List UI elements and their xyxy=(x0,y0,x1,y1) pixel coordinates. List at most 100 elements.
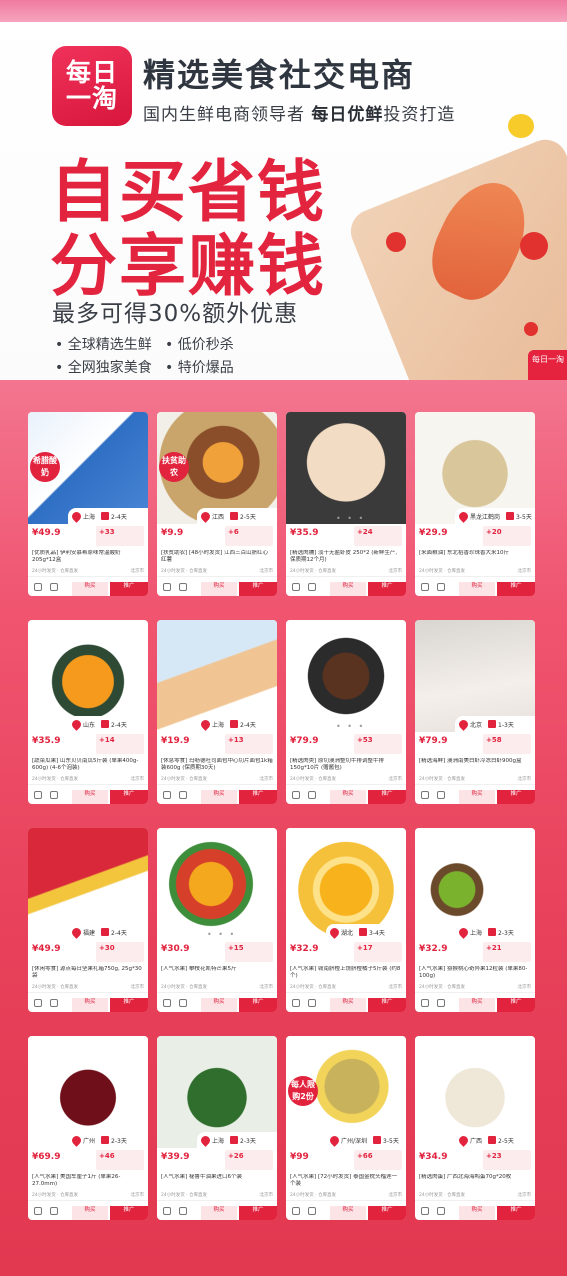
buy-button[interactable]: 购买 xyxy=(72,582,108,596)
cart-icon[interactable] xyxy=(179,1207,187,1215)
cart-icon[interactable] xyxy=(437,791,445,799)
buy-button[interactable]: 购买 xyxy=(201,790,237,804)
cart-icon[interactable] xyxy=(308,1207,316,1215)
product-card[interactable]: • • • ¥35.9 +24 [精选肉脯] 淡干无盐虾皮 250*2 (新鲜生产, … xyxy=(286,412,406,596)
cart-icon[interactable] xyxy=(308,791,316,799)
product-name[interactable]: [人气水果] 赣南脐橙上饶脐橙橘子5斤装 (约8个) xyxy=(290,966,402,980)
product-name[interactable]: [精选肉蛋] 广西北海海鸭蛋70g*20枚 xyxy=(419,1174,531,1188)
cart-icon[interactable] xyxy=(437,999,445,1007)
product-card[interactable]: 希腊酸奶 上海 2-4天 ¥49.9 +33 [优质乳品] 伊利安慕希原味常温酸奶205g… xyxy=(28,412,148,596)
promote-button[interactable]: 推广 xyxy=(239,582,277,596)
promote-button[interactable]: 推广 xyxy=(497,998,535,1012)
product-card[interactable]: 每人限购2份 广州/深圳 3-5天 ¥99 +66 [人气水果] [72小时发货] 泰国金… xyxy=(286,1036,406,1220)
cart-icon[interactable] xyxy=(50,999,58,1007)
cart-icon[interactable] xyxy=(308,583,316,591)
product-card[interactable]: 黑龙江鹤岗 3-5天 ¥29.9 +20 [米面粮油] 东北稻香珍珠香大米10斤 24小时… xyxy=(415,412,535,596)
cart-icon[interactable] xyxy=(50,583,58,591)
share-icon[interactable] xyxy=(163,999,171,1007)
product-card[interactable]: 扶贫助农 江西 2-5天 ¥9.9 +6 [扶贫助农] [48小时发货] 江西三百山脐红心… xyxy=(157,412,277,596)
product-name[interactable]: [优质乳品] 伊利安慕希原味常温酸奶205g*12盒 xyxy=(32,550,144,564)
product-name[interactable]: [精选肉脯] 淡干无盐虾皮 250*2 (新鲜生产, 保质期12个月) xyxy=(290,550,402,564)
promote-button[interactable]: 推广 xyxy=(497,1206,535,1220)
buy-button[interactable]: 购买 xyxy=(459,790,495,804)
cart-icon[interactable] xyxy=(50,1207,58,1215)
promote-button[interactable]: 推广 xyxy=(110,1206,148,1220)
promote-button[interactable]: 推广 xyxy=(497,582,535,596)
cart-icon[interactable] xyxy=(179,583,187,591)
product-name[interactable]: [人气水果] [72小时发货] 泰国金枕头榴莲一个装 xyxy=(290,1174,402,1188)
buy-button[interactable]: 购买 xyxy=(72,998,108,1012)
share-icon[interactable] xyxy=(163,1207,171,1215)
product-card[interactable]: 湖北 3-4天 ¥32.9 +17 [人气水果] 赣南脐橙上饶脐橙橘子5斤装 (约8个)… xyxy=(286,828,406,1012)
cart-icon[interactable] xyxy=(308,999,316,1007)
product-name[interactable]: [人气水果] 秘鲁牛油果进口6个装 xyxy=(161,1174,273,1188)
cart-icon[interactable] xyxy=(437,583,445,591)
promote-button[interactable]: 推广 xyxy=(239,998,277,1012)
buy-button[interactable]: 购买 xyxy=(330,790,366,804)
product-card[interactable]: • • • ¥79.9 +53 [精选肉类] 原切澳洲整切牛排调整牛排150g*10片… xyxy=(286,620,406,804)
product-name[interactable]: [扶贫助农] [48小时发货] 江西三百山脐红心红薯 xyxy=(161,550,273,564)
promote-button[interactable]: 推广 xyxy=(368,1206,406,1220)
product-name[interactable]: [精选肉类] 原切澳洲整切牛排调整牛排150g*10片 (赠酱包) xyxy=(290,758,402,772)
buy-button[interactable]: 购买 xyxy=(201,582,237,596)
product-card[interactable]: 广州 2-3天 ¥69.9 +46 [人气水果] 美国车厘子1斤 (单果26-27.0m… xyxy=(28,1036,148,1220)
share-icon[interactable] xyxy=(292,1207,300,1215)
share-icon[interactable] xyxy=(421,1207,429,1215)
buy-button[interactable]: 购买 xyxy=(459,582,495,596)
share-icon[interactable] xyxy=(163,791,171,799)
product-name[interactable]: [休闲零食] 源点每日坚果礼箱750g, 25g*30袋 xyxy=(32,966,144,980)
share-icon[interactable] xyxy=(292,791,300,799)
promote-button[interactable]: 推广 xyxy=(239,1206,277,1220)
share-icon[interactable] xyxy=(292,999,300,1007)
promote-button[interactable]: 推广 xyxy=(110,582,148,596)
product-name[interactable]: [米面粮油] 东北稻香珍珠香大米10斤 xyxy=(419,550,531,564)
product-price: ¥32.9 xyxy=(290,944,319,954)
buy-button[interactable]: 购买 xyxy=(201,1206,237,1220)
product-image[interactable] xyxy=(157,828,277,940)
product-name[interactable]: [休息零食] 玛呖德吐司面包中心切片面包1k箱装600g (保质期30天) xyxy=(161,758,273,772)
promote-button[interactable]: 推广 xyxy=(497,790,535,804)
buy-button[interactable]: 购买 xyxy=(201,998,237,1012)
product-card[interactable]: 上海 2-3天 ¥32.9 +21 [人气水果] 猕猴桃心奇异果12粒装 (单果80-1… xyxy=(415,828,535,1012)
product-name[interactable]: [精选海鲜] 澳洲南美白虾冷冻白虾900g盒 xyxy=(419,758,531,772)
product-image[interactable] xyxy=(286,620,406,732)
share-icon[interactable] xyxy=(292,583,300,591)
buy-button[interactable]: 购买 xyxy=(72,790,108,804)
promote-button[interactable]: 推广 xyxy=(368,790,406,804)
buy-button[interactable]: 购买 xyxy=(459,1206,495,1220)
cart-icon[interactable] xyxy=(179,999,187,1007)
cart-icon[interactable] xyxy=(179,791,187,799)
product-name[interactable]: [人气水果] 猕猴桃心奇异果12粒装 (单果80-100g) xyxy=(419,966,531,980)
share-icon[interactable] xyxy=(421,791,429,799)
product-name[interactable]: [人气水果] 美国车厘子1斤 (单果26-27.0mm) xyxy=(32,1174,144,1188)
buy-button[interactable]: 购买 xyxy=(330,998,366,1012)
share-icon[interactable] xyxy=(163,583,171,591)
buy-button[interactable]: 购买 xyxy=(459,998,495,1012)
share-icon[interactable] xyxy=(421,999,429,1007)
product-card[interactable]: 山东 2-4天 ¥35.9 +14 [蔬菜瓜果] 山东贝贝南瓜5斤装 (单果400g-6… xyxy=(28,620,148,804)
product-name[interactable]: [人气水果] 攀枝花凯特芒果5斤 xyxy=(161,966,273,980)
product-card[interactable]: 广西 2-5天 ¥34.9 +23 [精选肉蛋] 广西北海海鸭蛋70g*20枚 24小时发… xyxy=(415,1036,535,1220)
product-card[interactable]: 上海 2-3天 ¥39.9 +26 [人气水果] 秘鲁牛油果进口6个装 24小时发货 · … xyxy=(157,1036,277,1220)
product-image[interactable] xyxy=(286,412,406,524)
share-icon[interactable] xyxy=(34,791,42,799)
product-card[interactable]: 北京 1-3天 ¥79.9 +58 [精选海鲜] 澳洲南美白虾冷冻白虾900g盒 24小时… xyxy=(415,620,535,804)
promote-button[interactable]: 推广 xyxy=(368,582,406,596)
buy-button[interactable]: 购买 xyxy=(330,582,366,596)
share-icon[interactable] xyxy=(34,1207,42,1215)
product-card[interactable]: 上海 2-4天 ¥19.9 +13 [休息零食] 玛呖德吐司面包中心切片面包1k箱装60… xyxy=(157,620,277,804)
cart-icon[interactable] xyxy=(437,1207,445,1215)
promote-button[interactable]: 推广 xyxy=(368,998,406,1012)
promote-button[interactable]: 推广 xyxy=(239,790,277,804)
cart-icon[interactable] xyxy=(50,791,58,799)
promote-button[interactable]: 推广 xyxy=(110,998,148,1012)
promote-button[interactable]: 推广 xyxy=(110,790,148,804)
product-card[interactable]: 福建 2-4天 ¥49.9 +30 [休闲零食] 源点每日坚果礼箱750g, 25g*3… xyxy=(28,828,148,1012)
buy-button[interactable]: 购买 xyxy=(330,1206,366,1220)
share-icon[interactable] xyxy=(34,999,42,1007)
share-icon[interactable] xyxy=(34,583,42,591)
product-card[interactable]: • • • ¥30.9 +15 [人气水果] 攀枝花凯特芒果5斤 24小时发货 · 仓库… xyxy=(157,828,277,1012)
share-icon[interactable] xyxy=(421,583,429,591)
product-name[interactable]: [蔬菜瓜果] 山东贝贝南瓜5斤装 (单果400g-600g) (4-6个泡装) xyxy=(32,758,144,772)
buy-button[interactable]: 购买 xyxy=(72,1206,108,1220)
